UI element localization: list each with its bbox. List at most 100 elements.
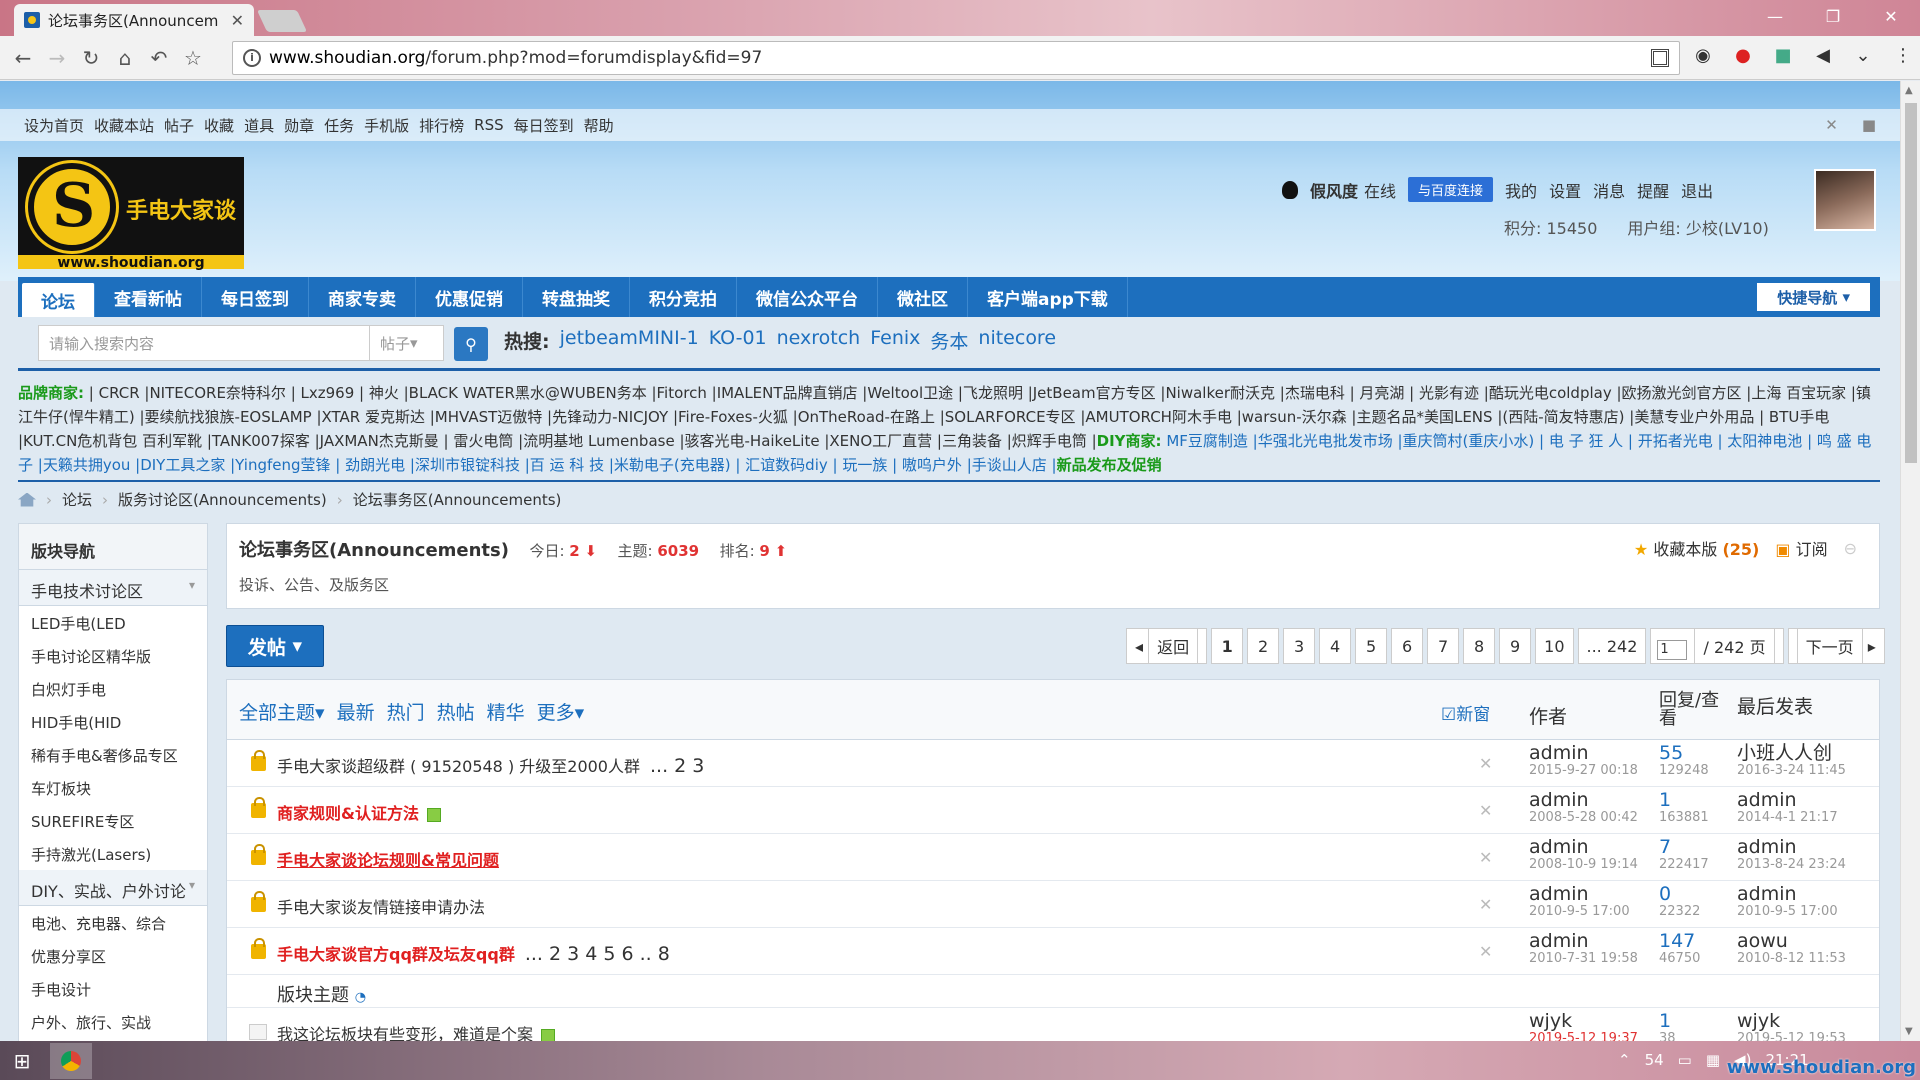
new-tab-button[interactable] bbox=[256, 10, 308, 32]
filter-latest[interactable]: 最新 bbox=[337, 698, 375, 725]
thread-last[interactable]: admin 2014-4-1 21:17 bbox=[1737, 791, 1838, 826]
thread-title[interactable]: 手电大家谈友情链接申请办法 bbox=[277, 894, 485, 918]
scrollbar[interactable]: ▲ ▼ bbox=[1900, 81, 1920, 1041]
sidebar-item[interactable]: 稀有手电&奢侈品专区 bbox=[19, 738, 207, 771]
hot-link[interactable]: KO-01 bbox=[709, 327, 767, 354]
thread-author[interactable]: admin 2010-7-31 19:58 bbox=[1529, 932, 1638, 967]
hot-link[interactable]: jetbeamMINI-1 bbox=[560, 327, 699, 354]
home-icon[interactable]: ⌂ bbox=[108, 41, 142, 75]
user-menu-alerts[interactable]: 提醒 bbox=[1637, 178, 1669, 202]
network-icon[interactable]: ▦ bbox=[1706, 1051, 1720, 1069]
page-link[interactable]: 4 bbox=[1319, 628, 1352, 664]
table-row[interactable]: 手电大家谈论坛规则&常见问题 ✕ admin 2008-10-9 19:14 7 2224… bbox=[227, 834, 1879, 881]
windows-start-icon[interactable]: ⊞ bbox=[0, 1041, 44, 1080]
home-icon[interactable] bbox=[18, 492, 36, 507]
sidebar-item[interactable]: 手电讨论区精华版 bbox=[19, 639, 207, 672]
forward-icon[interactable]: → bbox=[40, 41, 74, 75]
nav-promotions[interactable]: 优惠促销 bbox=[416, 277, 523, 317]
page-link[interactable]: 9 bbox=[1499, 628, 1532, 664]
filter-digest[interactable]: 精华 bbox=[487, 698, 525, 725]
info-icon[interactable]: i bbox=[243, 49, 261, 67]
user-menu-settings[interactable]: 设置 bbox=[1549, 178, 1581, 202]
hot-link[interactable]: nitecore bbox=[978, 327, 1056, 354]
speaker-icon[interactable]: ◀ bbox=[1810, 42, 1836, 68]
page-back-button[interactable]: ◂ 返回 bbox=[1126, 628, 1208, 664]
site-logo[interactable]: S 手电大家谈 www.shoudian.org bbox=[18, 157, 244, 271]
undo-icon[interactable]: ↶ bbox=[142, 41, 176, 75]
shrink-icon[interactable]: ✕ bbox=[1825, 116, 1838, 134]
sidebar-item[interactable]: SUREFIRE专区 bbox=[19, 804, 207, 837]
topnav-link[interactable]: 设为首页 bbox=[24, 115, 84, 136]
nav-app-download[interactable]: 客户端app下载 bbox=[968, 277, 1128, 317]
user-points[interactable]: 积分: 15450 bbox=[1504, 215, 1597, 239]
sidebar-group[interactable]: 手电技术讨论区 bbox=[19, 570, 207, 606]
color-extension-icon[interactable]: ■ bbox=[1770, 42, 1796, 68]
username[interactable]: 假风度 bbox=[1310, 178, 1358, 202]
nav-forum[interactable]: 论坛 bbox=[22, 283, 95, 317]
sidebar-item[interactable]: 手持激光(Lasers) bbox=[19, 837, 207, 870]
topnav-link[interactable]: 每日签到 bbox=[514, 115, 574, 136]
topnav-link[interactable]: 帖子 bbox=[164, 115, 194, 136]
search-type-select[interactable]: 帖子 ▾ bbox=[370, 325, 444, 361]
hot-link[interactable]: 务本 bbox=[930, 327, 968, 354]
style-icon[interactable]: ■ bbox=[1862, 116, 1876, 134]
qr-code-icon[interactable] bbox=[1651, 49, 1669, 67]
favorite-forum-button[interactable]: ★ 收藏本版 (25) bbox=[1634, 536, 1759, 560]
thread-last[interactable]: aowu 2010-8-12 11:53 bbox=[1737, 932, 1846, 967]
incognito-icon[interactable]: ◉ bbox=[1690, 42, 1716, 68]
sidebar-group[interactable]: DIY、实战、户外讨论 bbox=[19, 870, 207, 906]
close-icon[interactable]: ✕ bbox=[1479, 848, 1492, 867]
table-row[interactable]: 手电大家谈友情链接申请办法 ✕ admin 2010-9-5 17:00 0 22322 a… bbox=[227, 881, 1879, 928]
thread-author[interactable]: admin 2015-9-27 00:18 bbox=[1529, 744, 1638, 779]
nav-wechat[interactable]: 微信公众平台 bbox=[737, 277, 878, 317]
sidebar-item[interactable]: HID手电(HID bbox=[19, 705, 207, 738]
nav-checkin[interactable]: 每日签到 bbox=[202, 277, 309, 317]
user-menu-messages[interactable]: 消息 bbox=[1593, 178, 1625, 202]
thread-title[interactable]: 商家规则&认证方法 bbox=[277, 800, 441, 824]
new-post-button[interactable]: 发帖 ▾ bbox=[226, 625, 324, 667]
thread-author[interactable]: admin 2008-5-28 00:42 bbox=[1529, 791, 1638, 826]
thread-author[interactable]: wjyk 2019-5-12 19:37 bbox=[1529, 1012, 1638, 1042]
close-window-icon[interactable]: ✕ bbox=[1862, 0, 1920, 32]
nav-merchants[interactable]: 商家专卖 bbox=[309, 277, 416, 317]
tray-up-icon[interactable]: ⌃ bbox=[1618, 1051, 1631, 1069]
close-icon[interactable]: ✕ bbox=[1479, 754, 1492, 773]
topnav-link[interactable]: 收藏 bbox=[204, 115, 234, 136]
sidebar-item[interactable]: 车灯板块 bbox=[19, 771, 207, 804]
close-tab-icon[interactable]: ✕ bbox=[231, 11, 244, 30]
thread-last[interactable]: 小班人人创 2016-3-24 11:45 bbox=[1737, 744, 1846, 779]
sidebar-item[interactable]: LED手电(LED bbox=[19, 606, 207, 639]
topnav-link[interactable]: 勋章 bbox=[284, 115, 314, 136]
thread-author[interactable]: admin 2010-9-5 17:00 bbox=[1529, 885, 1630, 920]
thread-pages[interactable]: ... 2 3 bbox=[650, 755, 704, 777]
search-icon[interactable]: ⚲ bbox=[454, 327, 488, 361]
sidebar-item[interactable]: 优惠分享区 bbox=[19, 939, 207, 972]
back-icon[interactable]: ← bbox=[6, 41, 40, 75]
page-input[interactable]: 1 bbox=[1657, 639, 1688, 660]
maximize-icon[interactable]: ❐ bbox=[1804, 0, 1862, 32]
page-link[interactable]: 1 bbox=[1211, 628, 1244, 664]
crumb-item[interactable]: 论坛 bbox=[62, 489, 92, 510]
menu-icon[interactable]: ⋮ bbox=[1890, 42, 1916, 68]
page-link[interactable]: 5 bbox=[1355, 628, 1388, 664]
table-row[interactable]: 我这论坛板块有些变形，难道是个案 wjyk 2019-5-12 19:37 1 38… bbox=[227, 1008, 1879, 1041]
crumb-item[interactable]: 版务讨论区(Announcements) bbox=[118, 489, 327, 510]
topnav-link[interactable]: 手机版 bbox=[364, 115, 409, 136]
topnav-link[interactable]: 收藏本站 bbox=[94, 115, 154, 136]
promo-link[interactable]: 新品发布及促销 bbox=[1057, 456, 1162, 474]
merchant-links[interactable]: 品牌商家: | CRCR |NITECORE奈特科尔 | Lxz969 | 神火… bbox=[18, 381, 1882, 477]
close-icon[interactable]: ✕ bbox=[1479, 942, 1492, 961]
thread-author[interactable]: admin 2008-10-9 19:14 bbox=[1529, 838, 1638, 873]
quick-nav-button[interactable]: 快捷导航 ▾ bbox=[1757, 283, 1870, 311]
hot-link[interactable]: nexrotch bbox=[777, 327, 861, 354]
table-row[interactable]: 手电大家谈超级群 ( 91520548 ) 升级至2000人群... 2 3 ✕ a… bbox=[227, 740, 1879, 787]
thread-last[interactable]: admin 2013-8-24 23:24 bbox=[1737, 838, 1846, 873]
page-link[interactable]: 6 bbox=[1391, 628, 1424, 664]
subscribe-button[interactable]: ▣ 订阅 bbox=[1775, 536, 1827, 560]
page-link[interactable]: 2 bbox=[1247, 628, 1280, 664]
thread-title[interactable]: 手电大家谈论坛规则&常见问题 bbox=[277, 847, 499, 871]
opera-extension-icon[interactable]: ● bbox=[1730, 42, 1756, 68]
sidebar-item[interactable]: 电池、充电器、综合 bbox=[19, 906, 207, 939]
topnav-link[interactable]: 帮助 bbox=[584, 115, 614, 136]
user-menu-logout[interactable]: 退出 bbox=[1681, 178, 1713, 202]
